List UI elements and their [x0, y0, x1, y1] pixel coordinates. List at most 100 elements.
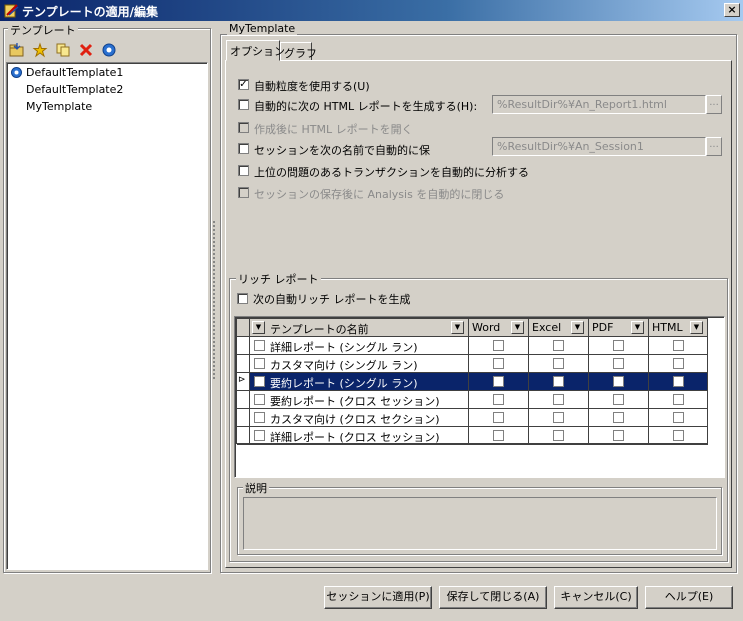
- row-name-label: カスタマ向け (クロス セクション): [270, 413, 440, 426]
- report-grid[interactable]: ▼ テンプレートの名前 ▼ Word ▼ Excel ▼ PDF ▼ HTML …: [236, 318, 708, 445]
- template-tree[interactable]: DefaultTemplate1 DefaultTemplate2 MyTemp…: [6, 62, 208, 570]
- row-excel-checkbox[interactable]: [553, 394, 564, 405]
- tree-item-defaulttemplate2[interactable]: DefaultTemplate2: [26, 83, 123, 96]
- row-word-cell: [469, 373, 529, 391]
- row-pdf-checkbox[interactable]: [613, 340, 624, 351]
- row-word-checkbox[interactable]: [493, 430, 504, 441]
- template-app-icon: [4, 4, 19, 18]
- row-word-cell: [469, 391, 529, 409]
- row-html-checkbox[interactable]: [673, 340, 684, 351]
- option-open-html-label: 作成後に HTML レポートを開く: [254, 123, 413, 136]
- row-name-cell[interactable]: カスタマ向け (シングル ラン): [250, 355, 469, 373]
- settings-gear-icon[interactable]: [101, 42, 117, 58]
- grid-header-word[interactable]: Word ▼: [469, 319, 529, 337]
- row-word-checkbox[interactable]: [493, 376, 504, 387]
- apply-to-session-button[interactable]: セッションに適用(P): [324, 586, 432, 609]
- open-folder-icon[interactable]: [9, 42, 25, 58]
- session-path-field[interactable]: %ResultDir%¥An_Session1: [492, 137, 706, 156]
- row-excel-checkbox[interactable]: [553, 340, 564, 351]
- row-select-checkbox[interactable]: [254, 376, 265, 387]
- option-close-analysis-checkbox[interactable]: [238, 187, 249, 198]
- grid-header-name-label: テンプレートの名前: [270, 323, 369, 336]
- html-report-path-field[interactable]: %ResultDir%¥An_Report1.html: [492, 95, 706, 114]
- chevron-down-icon[interactable]: ▼: [252, 321, 265, 334]
- option-save-session-checkbox[interactable]: [238, 143, 249, 154]
- option-auto-granularity-label: 自動粒度を使用する(U): [254, 80, 370, 93]
- auto-rich-report-checkbox[interactable]: [237, 293, 248, 304]
- row-word-cell: [469, 409, 529, 427]
- row-excel-cell: [529, 427, 589, 445]
- splitter-handle[interactable]: [212, 220, 216, 380]
- row-name-cell[interactable]: 要約レポート (クロス セッション): [250, 391, 469, 409]
- row-html-checkbox[interactable]: [673, 358, 684, 369]
- template-gear-icon: [11, 67, 22, 78]
- row-name-label: 要約レポート (クロス セッション): [270, 395, 440, 408]
- description-text-area[interactable]: [243, 497, 717, 550]
- save-and-close-button[interactable]: 保存して閉じる(A): [439, 586, 547, 609]
- row-select-checkbox[interactable]: [254, 394, 265, 405]
- chevron-down-icon[interactable]: ▼: [631, 321, 644, 334]
- cancel-button[interactable]: キャンセル(C): [554, 586, 638, 609]
- row-pdf-checkbox[interactable]: [613, 394, 624, 405]
- row-marker: [237, 409, 250, 427]
- option-html-report-checkbox[interactable]: [238, 99, 249, 110]
- row-html-checkbox[interactable]: [673, 412, 684, 423]
- grid-header-pdf[interactable]: PDF ▼: [589, 319, 649, 337]
- chevron-down-icon[interactable]: ▼: [571, 321, 584, 334]
- delete-x-icon[interactable]: [78, 42, 94, 58]
- row-excel-checkbox[interactable]: [553, 358, 564, 369]
- row-excel-checkbox[interactable]: [553, 412, 564, 423]
- row-name-cell[interactable]: カスタマ向け (クロス セクション): [250, 409, 469, 427]
- row-select-checkbox[interactable]: [254, 340, 265, 351]
- row-word-checkbox[interactable]: [493, 340, 504, 351]
- tab-options[interactable]: オプション: [226, 40, 285, 61]
- row-html-checkbox[interactable]: [673, 394, 684, 405]
- row-pdf-checkbox[interactable]: [613, 430, 624, 441]
- grid-header-excel-label: Excel: [532, 321, 562, 334]
- row-word-checkbox[interactable]: [493, 394, 504, 405]
- grid-header-html[interactable]: HTML ▼: [649, 319, 708, 337]
- session-browse-button[interactable]: ...: [706, 137, 722, 156]
- row-pdf-checkbox[interactable]: [613, 376, 624, 387]
- row-marker: [237, 427, 250, 445]
- tree-item-defaulttemplate1[interactable]: DefaultTemplate1: [26, 66, 123, 79]
- row-excel-cell: [529, 355, 589, 373]
- row-html-cell: [649, 373, 708, 391]
- help-button[interactable]: ヘルプ(E): [645, 586, 733, 609]
- row-name-cell[interactable]: 詳細レポート (シングル ラン): [250, 337, 469, 355]
- new-star-icon[interactable]: [32, 42, 48, 58]
- row-name-label: 詳細レポート (クロス セッション): [270, 431, 440, 444]
- row-excel-cell: [529, 337, 589, 355]
- title-bar[interactable]: テンプレートの適用/編集 ×: [0, 0, 743, 21]
- row-word-checkbox[interactable]: [493, 358, 504, 369]
- option-auto-granularity-checkbox[interactable]: ✓: [238, 79, 249, 90]
- row-word-checkbox[interactable]: [493, 412, 504, 423]
- row-pdf-checkbox[interactable]: [613, 358, 624, 369]
- grid-corner: [237, 319, 250, 337]
- row-excel-checkbox[interactable]: [553, 376, 564, 387]
- html-report-browse-button[interactable]: ...: [706, 95, 722, 114]
- row-select-checkbox[interactable]: [254, 358, 265, 369]
- row-select-checkbox[interactable]: [254, 430, 265, 441]
- row-pdf-cell: [589, 355, 649, 373]
- row-marker: ⊳: [237, 373, 250, 391]
- close-button[interactable]: ×: [724, 3, 740, 17]
- row-name-cell[interactable]: 要約レポート (シングル ラン): [250, 373, 469, 391]
- option-open-html-checkbox[interactable]: [238, 122, 249, 133]
- row-name-cell[interactable]: 詳細レポート (クロス セッション): [250, 427, 469, 445]
- chevron-down-icon[interactable]: ▼: [690, 321, 703, 334]
- option-analyze-transactions-checkbox[interactable]: [238, 165, 249, 176]
- row-html-checkbox[interactable]: [673, 430, 684, 441]
- tree-item-mytemplate[interactable]: MyTemplate: [26, 100, 92, 113]
- option-close-analysis-label: セッションの保存後に Analysis を自動的に閉じる: [254, 188, 505, 201]
- row-excel-checkbox[interactable]: [553, 430, 564, 441]
- grid-header-name[interactable]: ▼ テンプレートの名前 ▼: [250, 319, 469, 337]
- grid-header-excel[interactable]: Excel ▼: [529, 319, 589, 337]
- copy-icon[interactable]: [55, 42, 71, 58]
- chevron-down-icon[interactable]: ▼: [451, 321, 464, 334]
- rich-report-legend: リッチ レポート: [236, 271, 321, 287]
- row-pdf-checkbox[interactable]: [613, 412, 624, 423]
- chevron-down-icon[interactable]: ▼: [511, 321, 524, 334]
- row-select-checkbox[interactable]: [254, 412, 265, 423]
- row-html-checkbox[interactable]: [673, 376, 684, 387]
